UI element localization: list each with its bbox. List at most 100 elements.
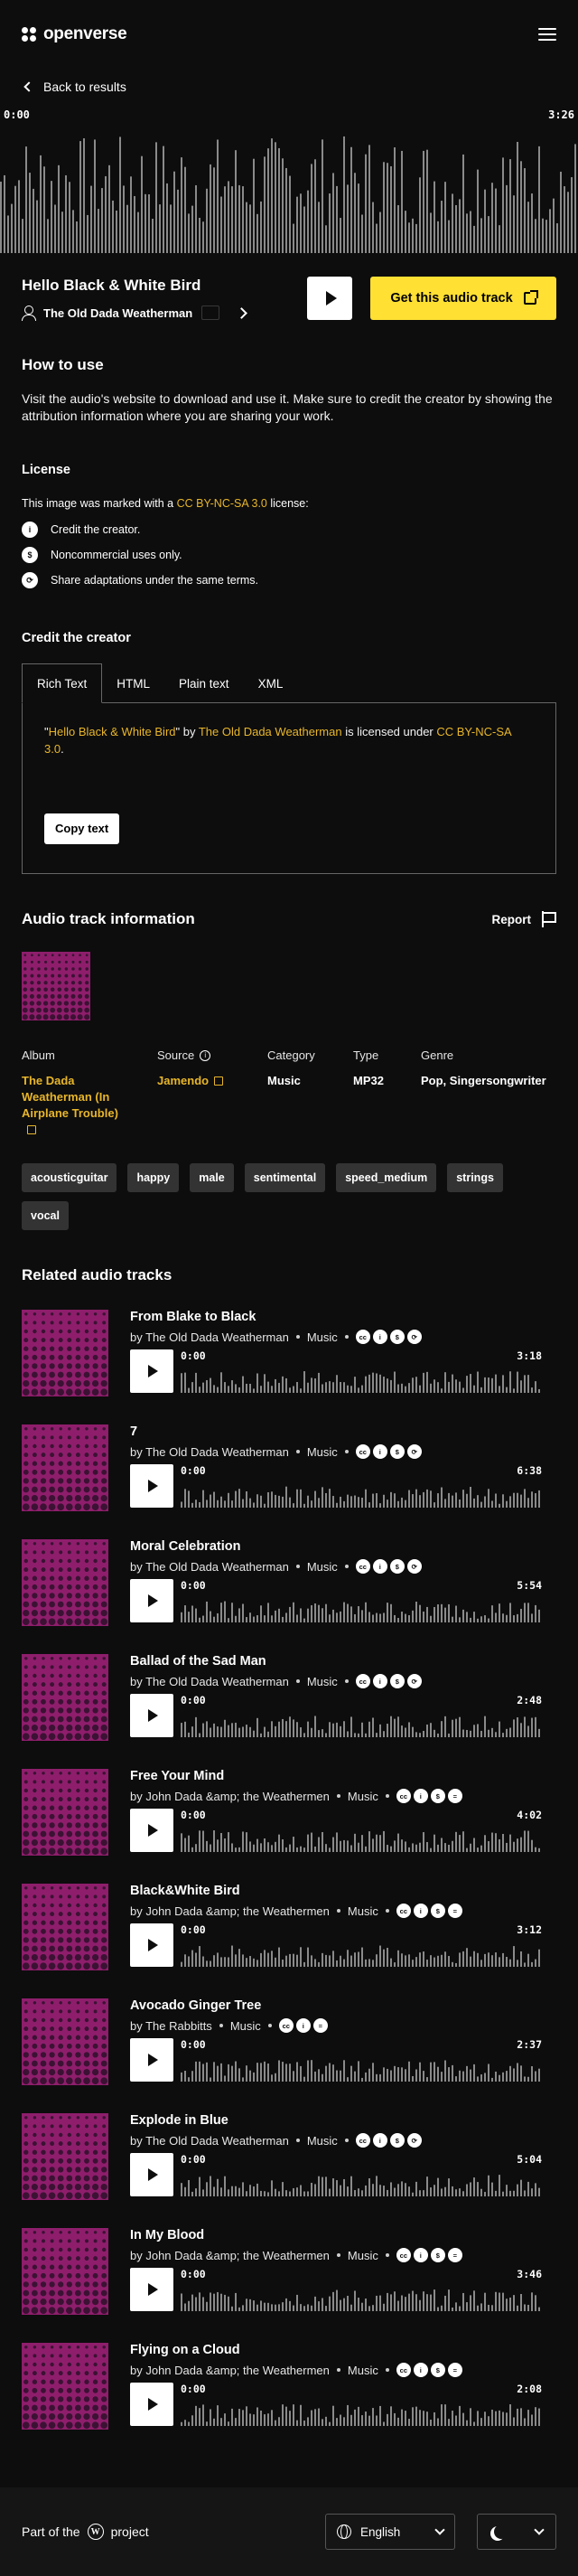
related-track[interactable]: Ballad of the Sad Man by The Old Dada Wea…: [22, 1654, 556, 1741]
theme-select[interactable]: [477, 2514, 556, 2550]
track-title[interactable]: Avocado Ginger Tree: [130, 1998, 556, 2013]
get-audio-button[interactable]: Get this audio track: [370, 277, 556, 320]
tag-speed_medium[interactable]: speed_medium: [336, 1163, 437, 1192]
play-button[interactable]: [130, 1579, 173, 1622]
track-title[interactable]: Black&White Bird: [130, 1884, 556, 1898]
track-player[interactable]: 0:00 2:37: [130, 2038, 542, 2082]
waveform[interactable]: [181, 2056, 542, 2082]
related-track[interactable]: Avocado Ginger Tree by The Rabbitts Music c…: [22, 1998, 556, 2085]
waveform[interactable]: [181, 2171, 542, 2196]
track-title[interactable]: Flying on a Cloud: [130, 2343, 556, 2357]
track-title[interactable]: Explode in Blue: [130, 2113, 556, 2128]
track-title[interactable]: From Blake to Black: [130, 1310, 556, 1324]
waveform[interactable]: [181, 1827, 542, 1852]
waveform-bar: [459, 2405, 461, 2426]
waveform-bar: [520, 1837, 522, 1852]
track-title[interactable]: In My Blood: [130, 2228, 556, 2242]
license-link[interactable]: CC BY-NC-SA 3.0: [177, 497, 267, 510]
waveform[interactable]: [181, 2286, 542, 2311]
play-button[interactable]: [130, 2038, 173, 2082]
tag-sentimental[interactable]: sentimental: [244, 1163, 326, 1192]
waveform-bar: [527, 2304, 529, 2311]
waveform[interactable]: [181, 1482, 542, 1508]
tab-rich-text[interactable]: Rich Text: [22, 663, 103, 703]
track-thumbnail[interactable]: [22, 1654, 108, 1741]
report-button[interactable]: Report: [492, 911, 556, 927]
related-track[interactable]: Explode in Blue by The Old Dada Weatherma…: [22, 2113, 556, 2200]
play-button[interactable]: [130, 2153, 173, 2196]
language-select[interactable]: English: [325, 2514, 455, 2550]
track-thumbnail[interactable]: [22, 2228, 108, 2315]
waveform-bar: [195, 1844, 197, 1852]
play-button[interactable]: [130, 1923, 173, 1967]
tag-happy[interactable]: happy: [127, 1163, 180, 1192]
play-button[interactable]: [130, 1694, 173, 1737]
track-player[interactable]: 0:00 2:08: [130, 2383, 542, 2426]
track-player[interactable]: 0:00 3:46: [130, 2268, 542, 2311]
waveform-bar: [459, 2070, 461, 2082]
album-link[interactable]: The Dada Weatherman (In Airplane Trouble…: [22, 1074, 118, 1136]
tag-strings[interactable]: strings: [447, 1163, 503, 1192]
tag-male[interactable]: male: [190, 1163, 234, 1192]
track-title[interactable]: Moral Celebration: [130, 1539, 556, 1554]
track-title[interactable]: Ballad of the Sad Man: [130, 1654, 556, 1669]
play-button[interactable]: [130, 1464, 173, 1508]
copy-text-button[interactable]: Copy text: [44, 813, 120, 844]
related-track[interactable]: Flying on a Cloud by John Dada &amp; the …: [22, 2343, 556, 2430]
related-track[interactable]: Free Your Mind by John Dada &amp; the Wea…: [22, 1769, 556, 1856]
waveform[interactable]: [181, 1597, 542, 1622]
wordpress-icon[interactable]: W: [87, 2524, 104, 2540]
track-thumbnail[interactable]: [22, 1424, 108, 1511]
track-thumbnail[interactable]: [22, 1310, 108, 1396]
tag-vocal[interactable]: vocal: [22, 1201, 69, 1230]
related-track[interactable]: 7 by The Old Dada Weatherman Music cc i $ ⟳ 0:0…: [22, 1424, 556, 1511]
creator-name[interactable]: The Old Dada Weatherman: [43, 306, 192, 320]
attribution-creator-link[interactable]: The Old Dada Weatherman: [199, 725, 342, 738]
track-thumbnail[interactable]: [22, 1998, 108, 2085]
track-player[interactable]: 0:00 6:38: [130, 1464, 542, 1508]
track-player[interactable]: 0:00 5:04: [130, 2153, 542, 2196]
related-track[interactable]: From Blake to Black by The Old Dada Weath…: [22, 1310, 556, 1396]
track-title[interactable]: Free Your Mind: [130, 1769, 556, 1783]
cc-icon: cc: [278, 2018, 294, 2033]
track-player[interactable]: 0:00 5:54: [130, 1579, 542, 1622]
related-track[interactable]: Black&White Bird by John Dada &amp; the W…: [22, 1884, 556, 1970]
track-thumbnail[interactable]: [22, 2343, 108, 2430]
track-thumbnail[interactable]: [22, 1769, 108, 1856]
waveform[interactable]: [181, 1941, 542, 1967]
source-link[interactable]: Jamendo: [157, 1074, 224, 1087]
waveform[interactable]: [0, 127, 578, 253]
waveform-bar: [318, 2408, 320, 2426]
play-button[interactable]: [307, 277, 352, 320]
track-player[interactable]: 0:00 4:02: [130, 1809, 542, 1852]
tab-plain-text[interactable]: Plain text: [164, 663, 244, 703]
waveform[interactable]: [181, 2401, 542, 2426]
track-title[interactable]: 7: [130, 1424, 556, 1439]
chevron-right-icon[interactable]: [236, 306, 248, 319]
play-button[interactable]: [130, 2383, 173, 2426]
related-track[interactable]: Moral Celebration by The Old Dada Weather…: [22, 1539, 556, 1626]
track-player[interactable]: 0:00 2:48: [130, 1694, 542, 1737]
tag-acousticguitar[interactable]: acousticguitar: [22, 1163, 117, 1192]
menu-icon[interactable]: [538, 28, 556, 41]
track-thumbnail[interactable]: [22, 1539, 108, 1626]
track-thumbnail[interactable]: [22, 2113, 108, 2200]
waveform[interactable]: [181, 1712, 542, 1737]
info-icon[interactable]: i: [200, 1049, 211, 1061]
waveform-bar: [300, 193, 302, 253]
related-track[interactable]: In My Blood by John Dada &amp; the Weathe…: [22, 2228, 556, 2315]
track-player[interactable]: 0:00 3:18: [130, 1349, 542, 1393]
openverse-logo[interactable]: openverse: [22, 24, 127, 44]
back-to-results-link[interactable]: Back to results: [0, 69, 578, 105]
audio-waveform-player[interactable]: 0:00 3:26: [0, 108, 578, 253]
creator-row[interactable]: The Old Dada Weatherman: [22, 306, 248, 321]
track-player[interactable]: 0:00 3:12: [130, 1923, 542, 1967]
play-button[interactable]: [130, 2268, 173, 2311]
waveform[interactable]: [181, 1368, 542, 1393]
tab-xml[interactable]: XML: [244, 663, 298, 703]
play-button[interactable]: [130, 1809, 173, 1852]
track-thumbnail[interactable]: [22, 1884, 108, 1970]
play-button[interactable]: [130, 1349, 173, 1393]
attribution-title-link[interactable]: Hello Black & White Bird: [49, 725, 176, 738]
tab-html[interactable]: HTML: [102, 663, 164, 703]
